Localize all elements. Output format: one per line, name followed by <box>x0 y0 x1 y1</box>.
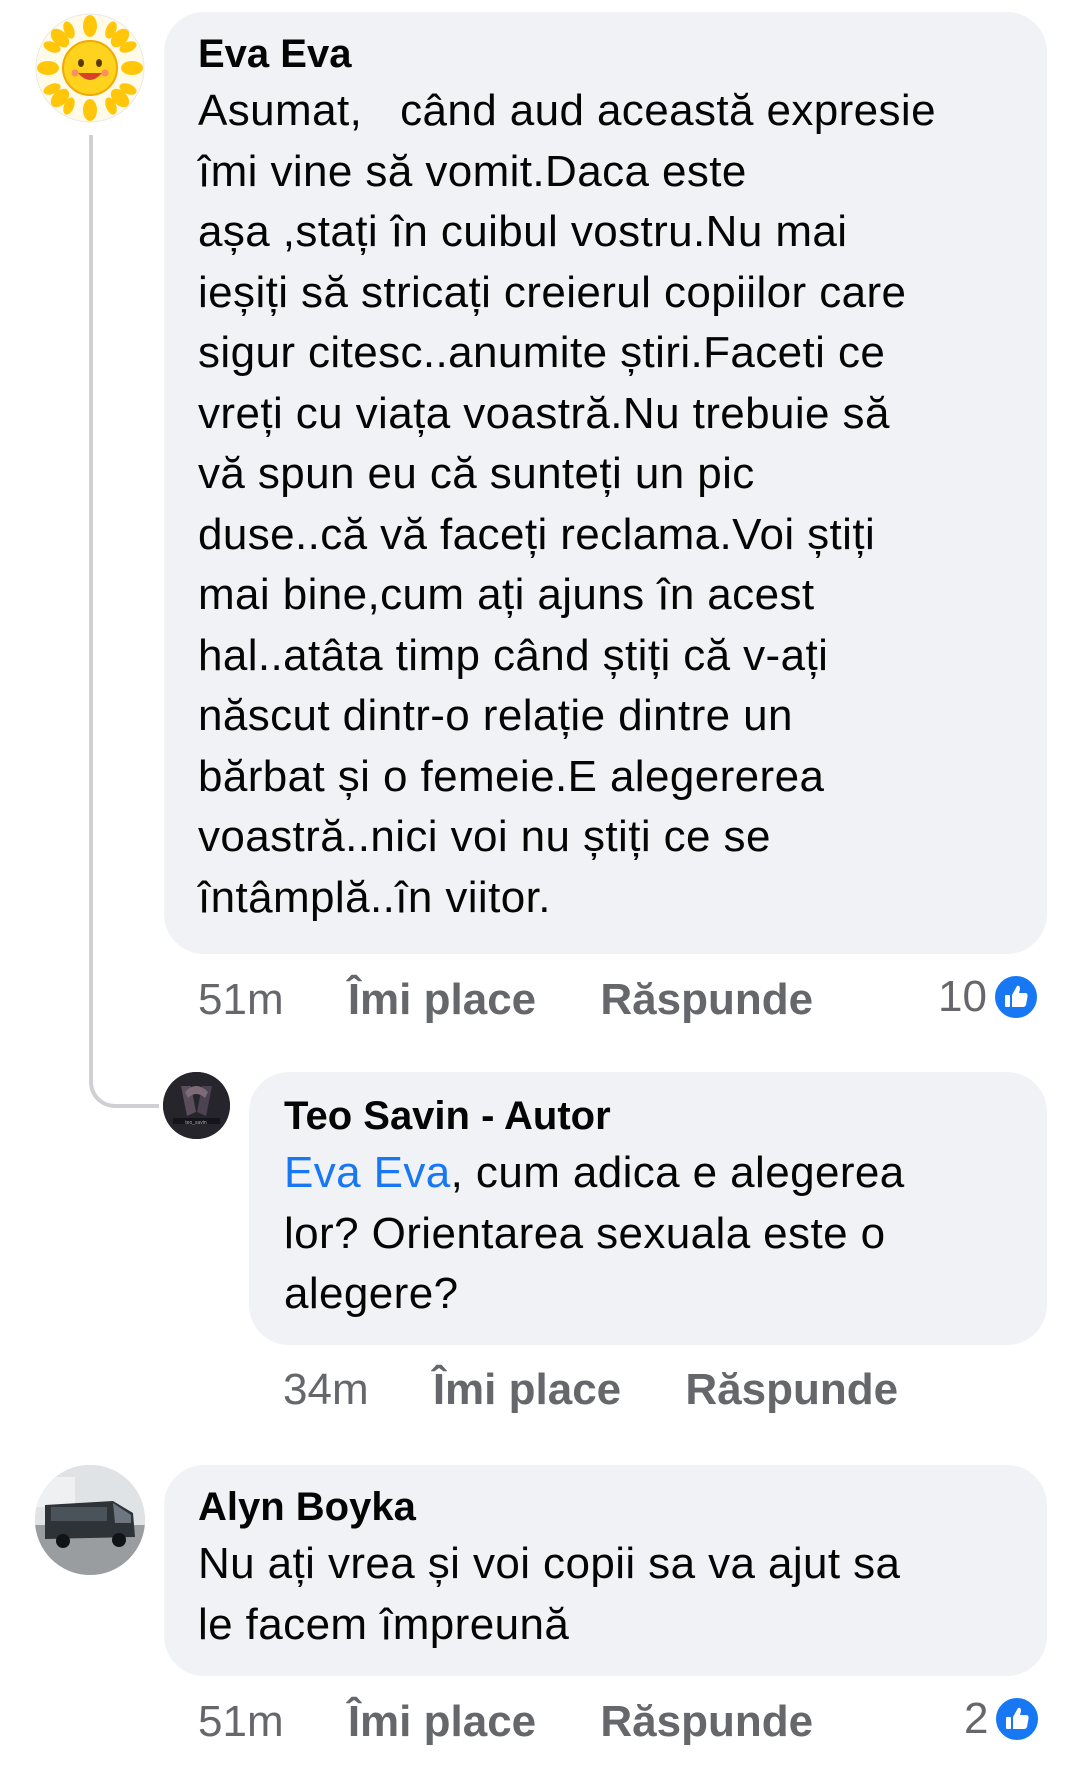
comment-line: îmi vine să vomit.Daca este <box>198 146 747 196</box>
comment-line: hal..atâta timp când știți că v-ați <box>198 630 829 680</box>
comment-line: întâmplă..în viitor. <box>198 872 551 922</box>
comment-author[interactable]: Eva Eva <box>198 30 1017 78</box>
comment-text: Eva Eva, cum adica e alegerea lor? Orien… <box>284 1143 1017 1325</box>
reaction-count: 10 <box>938 972 987 1021</box>
comment-line: născut dintr-o relație dintre un <box>198 691 793 740</box>
comment-time[interactable]: 51m <box>198 1697 284 1746</box>
van-photo <box>35 1465 145 1575</box>
comment-actions: 34m Îmi place Răspunde <box>283 1365 898 1415</box>
reaction-summary[interactable]: 10 <box>938 972 1039 1022</box>
comment-line: ieșiți să stricați creierul copiilor car… <box>198 267 907 317</box>
comment-author[interactable]: Teo Savin - Autor <box>284 1092 1017 1140</box>
like-button[interactable]: Îmi place <box>348 1697 536 1746</box>
profile-photo: teo_savin <box>163 1072 230 1139</box>
like-button[interactable]: Îmi place <box>433 1365 621 1414</box>
comment-line: voastră..nici voi nu știți ce se <box>198 812 771 861</box>
comment-line: le facem împreună <box>198 1599 570 1649</box>
svg-text:teo_savin: teo_savin <box>185 1120 207 1126</box>
comment-time[interactable]: 34m <box>283 1365 369 1414</box>
comment-line: Nu ați vrea și voi copii sa va ajut sa <box>198 1539 901 1588</box>
reply-thread-line <box>89 135 159 1108</box>
like-thumb-icon <box>994 1696 1041 1742</box>
reply-button[interactable]: Răspunde <box>600 1697 813 1746</box>
comment-line: vă spun eu că sunteți un pic <box>198 449 755 498</box>
like-thumb-icon <box>992 974 1039 1020</box>
reply-button[interactable]: Răspunde <box>600 975 813 1024</box>
comment-line: mai bine,cum ați ajuns în acest <box>198 570 815 619</box>
comment-text: Asumat, când aud această expresie îmi vi… <box>198 81 1017 928</box>
comment-line: alegere? <box>284 1269 459 1318</box>
comment-line: vreți cu viața voastră.Nu trebuie să <box>198 388 890 438</box>
comment-bubble: Eva Eva Asumat, când aud această expresi… <box>164 12 1047 954</box>
comment-actions: 51m Îmi place Răspunde <box>198 1697 813 1747</box>
comment-bubble: Alyn Boyka Nu ați vrea și voi copii sa v… <box>164 1465 1047 1676</box>
comment-line: bărbat și o femeie.E alegererea <box>198 751 825 801</box>
smiling-sun-icon <box>35 13 145 123</box>
comment-actions: 51m Îmi place Răspunde <box>198 975 813 1025</box>
reaction-count: 2 <box>964 1694 989 1743</box>
reply-bubble: Teo Savin - Autor Eva Eva, cum adica e a… <box>249 1072 1047 1345</box>
like-button[interactable]: Îmi place <box>348 975 536 1024</box>
avatar[interactable] <box>35 1465 145 1575</box>
mention-link[interactable]: Eva Eva <box>284 1148 451 1197</box>
reply-button[interactable]: Răspunde <box>685 1365 898 1414</box>
comment-line: Asumat, când aud această expresie <box>198 86 936 135</box>
comment-line: lor? Orientarea sexuala este o <box>284 1208 886 1258</box>
comment-line: sigur citesc..anumite știri.Faceti ce <box>198 328 886 377</box>
comment-line: așa ,stați în cuibul vostru.Nu mai <box>198 207 848 256</box>
comment-text: Nu ați vrea și voi copii sa va ajut sa l… <box>198 1534 1017 1655</box>
comment-author[interactable]: Alyn Boyka <box>198 1483 1017 1531</box>
comment-time[interactable]: 51m <box>198 975 284 1024</box>
avatar[interactable] <box>35 13 145 123</box>
reaction-summary[interactable]: 2 <box>964 1694 1041 1744</box>
comment-line: Eva Eva, cum adica e alegerea <box>284 1148 905 1197</box>
avatar[interactable]: teo_savin <box>163 1072 230 1139</box>
comment-line: duse..că vă faceți reclama.Voi știți <box>198 509 876 559</box>
